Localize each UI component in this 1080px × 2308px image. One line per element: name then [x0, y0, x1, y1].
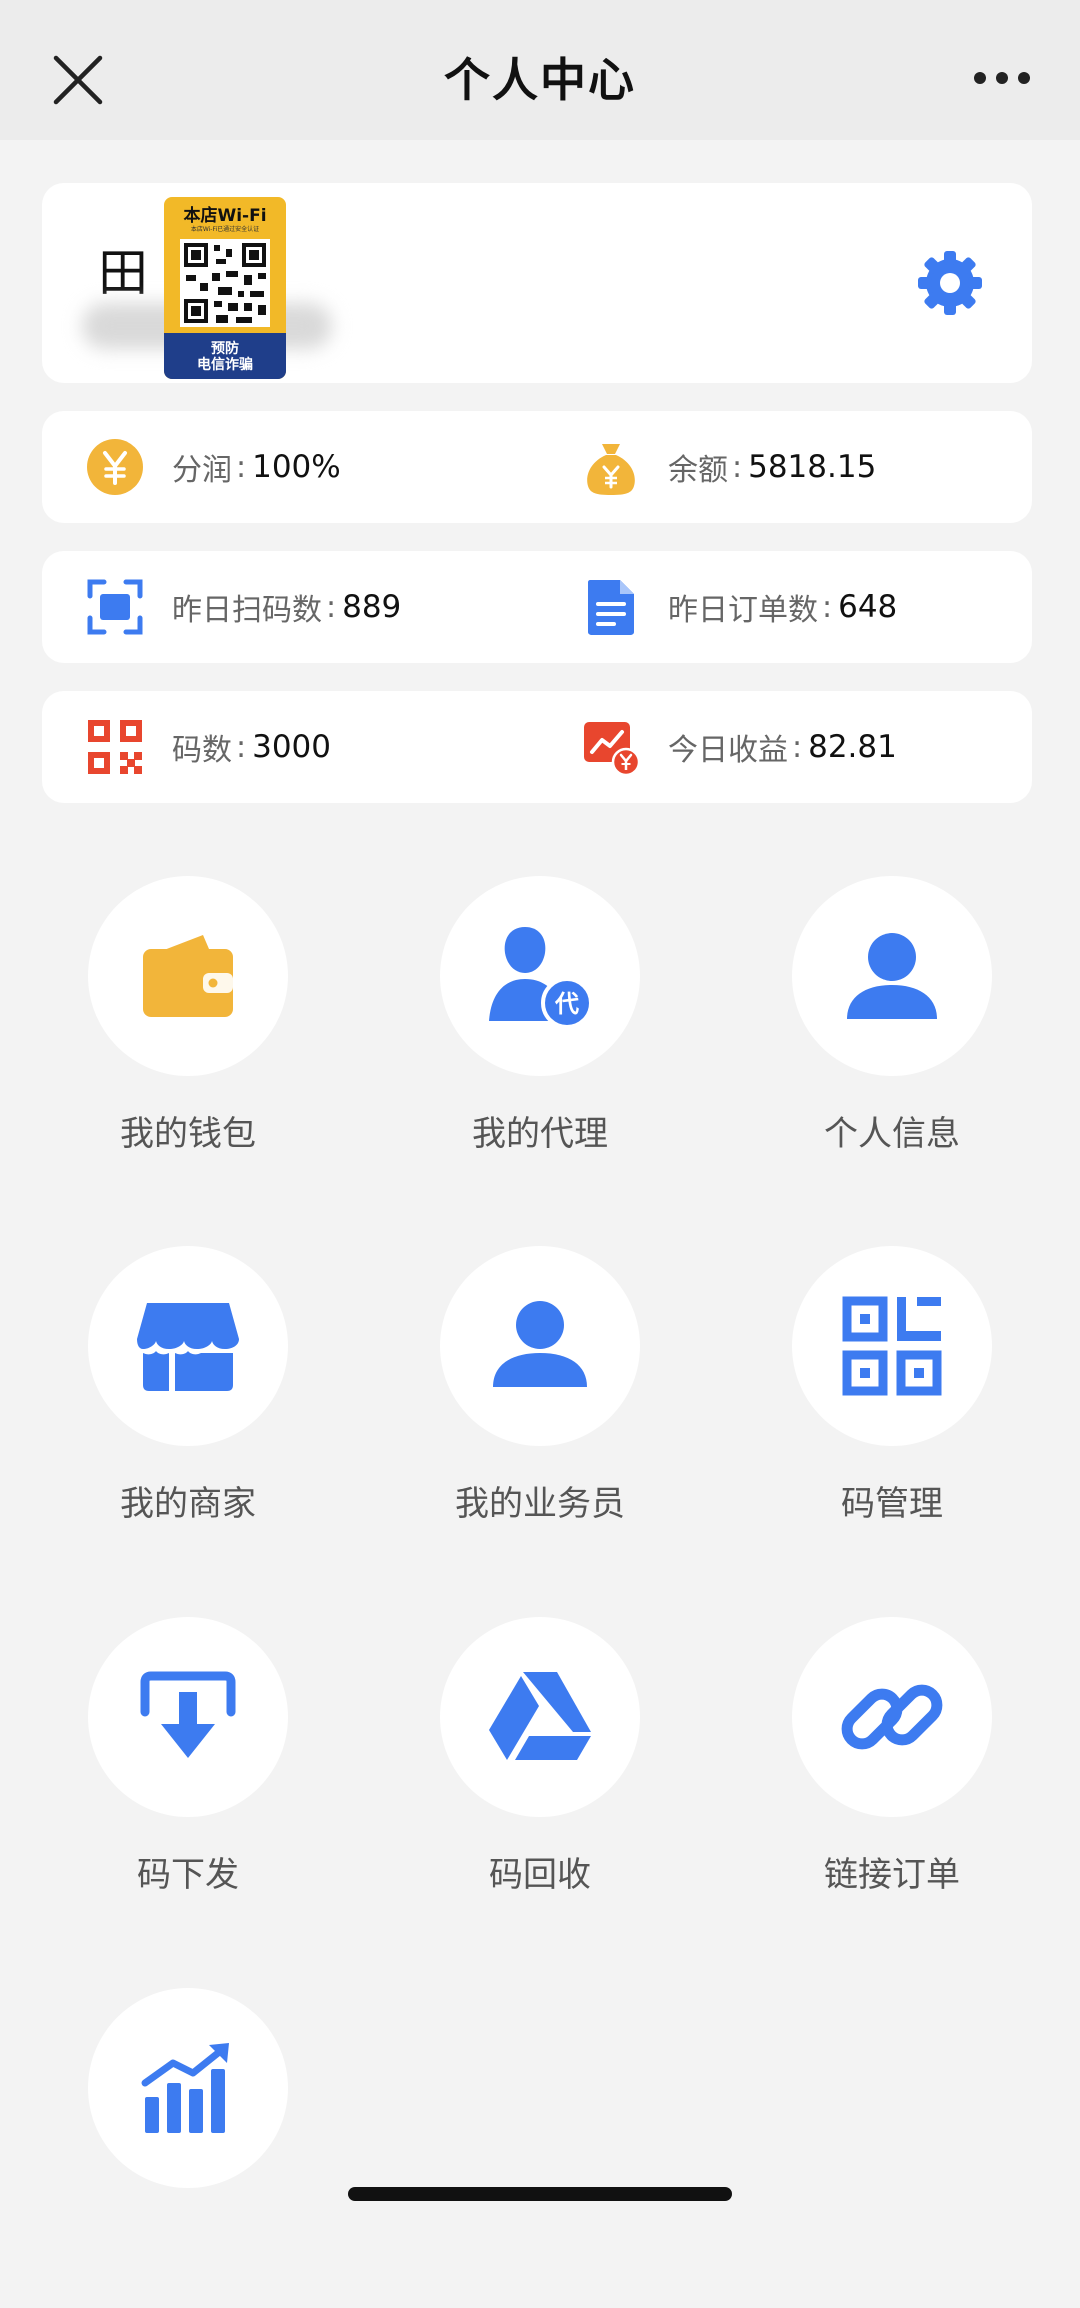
- stats-card-yesterday: 昨日扫码数:889 昨日订单数:648: [42, 551, 1032, 663]
- menu-code-recycle[interactable]: 码回收: [390, 1617, 690, 1937]
- menu-label: 链接订单: [824, 1855, 960, 1895]
- wifi-qr-badge[interactable]: 本店Wi-Fi 本店Wi-Fi已通过安全认证 预防 电信诈骗: [164, 197, 286, 379]
- wifi-badge-banner-text: 预防 电信诈骗: [197, 341, 253, 373]
- stats-card-today: 码数:3000 今日收益:82.81: [42, 691, 1032, 803]
- stat-orders-value: 648: [838, 589, 898, 625]
- profile-card: 田 本店Wi-Fi 本店Wi-Fi已通过安全认证 预防 电信诈骗: [42, 183, 1032, 383]
- stat-orders: 昨日订单数:648: [582, 551, 897, 663]
- page-title: 个人中心: [444, 53, 636, 107]
- stat-scans-label: 昨日扫码数: [172, 593, 322, 628]
- scan-icon: [87, 579, 143, 635]
- stat-income-label: 今日收益: [668, 733, 788, 768]
- stat-codes-label: 码数: [172, 733, 232, 768]
- stat-orders-label: 昨日订单数: [668, 593, 818, 628]
- income-chart-icon: [584, 722, 640, 776]
- wifi-badge-banner: 预防 电信诈骗: [164, 333, 286, 379]
- qr-code-icon: [842, 1296, 942, 1396]
- stat-codes: 码数:3000: [86, 691, 331, 803]
- agent-icon: 代: [489, 927, 593, 1029]
- more-icon[interactable]: [972, 60, 1032, 96]
- user-icon: [493, 1301, 587, 1387]
- menu-label: 我的钱包: [120, 1114, 256, 1154]
- stat-share: 分润:100%: [86, 411, 341, 523]
- store-icon: [137, 1303, 239, 1391]
- bar-chart-up-icon: [141, 2043, 229, 2133]
- money-bag-icon: [587, 444, 635, 495]
- drive-icon: [489, 1672, 591, 1760]
- menu-statistics[interactable]: [38, 1988, 338, 2308]
- stat-codes-value: 3000: [252, 729, 332, 765]
- yen-coin-icon: [87, 439, 143, 495]
- menu-my-agents[interactable]: 代 我的代理: [390, 876, 690, 1196]
- menu-my-salespeople[interactable]: 我的业务员: [390, 1246, 690, 1566]
- stat-balance: 余额:5818.15: [582, 411, 876, 523]
- stats-card-earnings: 分润:100% 余额:5818.15: [42, 411, 1032, 523]
- menu-link-orders[interactable]: 链接订单: [742, 1617, 1042, 1937]
- stat-share-value: 100%: [252, 449, 341, 485]
- user-icon: [847, 933, 937, 1019]
- download-icon: [140, 1671, 236, 1758]
- qr-code-icon: [88, 720, 142, 774]
- menu-label: 个人信息: [824, 1114, 960, 1154]
- menu-label: 我的商家: [120, 1484, 256, 1524]
- menu-label: 我的业务员: [455, 1484, 625, 1524]
- stat-scans-value: 889: [342, 589, 402, 625]
- menu-label: 我的代理: [472, 1114, 608, 1154]
- link-icon: [841, 1684, 943, 1750]
- menu-label: 码下发: [137, 1855, 239, 1895]
- document-icon: [588, 580, 634, 635]
- menu-code-management[interactable]: 码管理: [742, 1246, 1042, 1566]
- stat-balance-value: 5818.15: [748, 449, 877, 485]
- stat-balance-label: 余额: [668, 453, 728, 488]
- stat-scans: 昨日扫码数:889: [86, 551, 401, 663]
- wallet-icon: [143, 935, 233, 1017]
- menu-personal-info[interactable]: 个人信息: [742, 876, 1042, 1196]
- qr-code-icon: [180, 239, 270, 327]
- wifi-badge-title: 本店Wi-Fi: [183, 206, 267, 226]
- menu-code-distribute[interactable]: 码下发: [38, 1617, 338, 1937]
- svg-text:代: 代: [554, 990, 579, 1018]
- stat-share-label: 分润: [172, 453, 232, 488]
- menu-my-merchants[interactable]: 我的商家: [38, 1246, 338, 1566]
- gear-icon[interactable]: [916, 249, 984, 317]
- menu-label: 码回收: [489, 1855, 591, 1895]
- menu-wallet[interactable]: 我的钱包: [38, 876, 338, 1196]
- wifi-badge-subtitle: 本店Wi-Fi已通过安全认证: [190, 226, 260, 233]
- stat-income-value: 82.81: [808, 729, 897, 765]
- menu-label: 码管理: [841, 1484, 943, 1524]
- top-bar: 个人中心: [0, 0, 1080, 140]
- home-indicator: [348, 2187, 732, 2201]
- avatar: 田: [98, 244, 148, 302]
- stat-income: 今日收益:82.81: [582, 691, 897, 803]
